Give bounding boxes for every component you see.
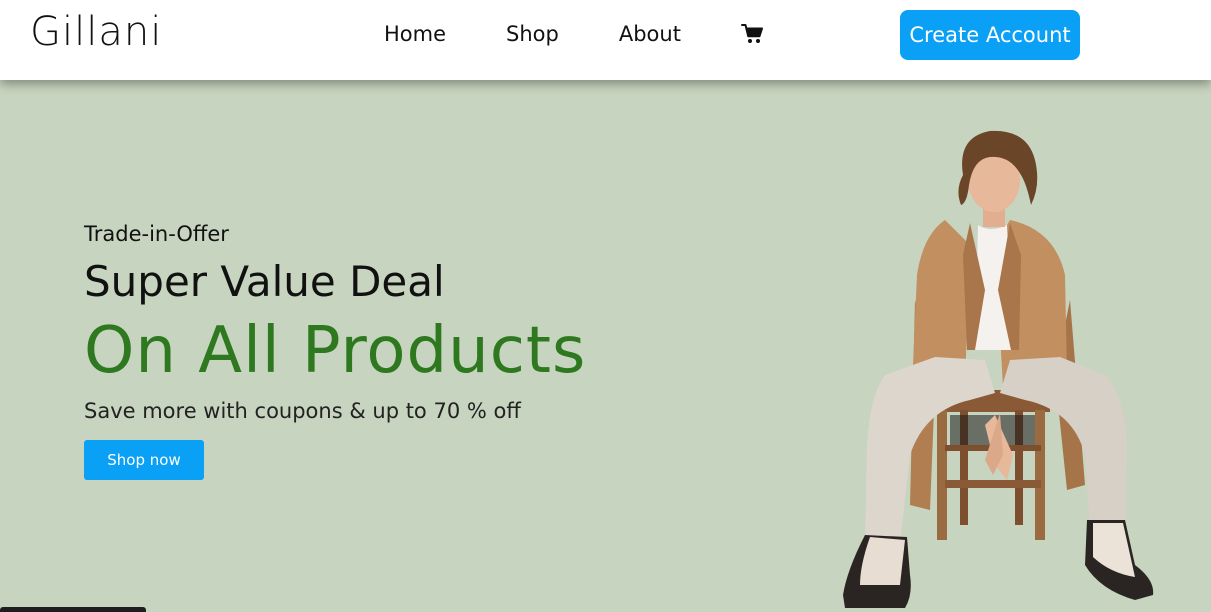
shopping-cart-icon-svg <box>740 24 763 43</box>
nav-link-home[interactable]: Home <box>384 20 446 48</box>
main-nav: Home Shop About <box>384 20 765 48</box>
hero-title: Super Value Deal <box>84 257 445 306</box>
hero-model-image <box>843 130 1154 608</box>
nav-link-about[interactable]: About <box>619 20 681 48</box>
nav-link-shop[interactable]: Shop <box>506 20 559 48</box>
bottom-scroll-indicator <box>0 607 146 612</box>
site-logo[interactable]: Gillani <box>30 8 162 56</box>
shop-now-button[interactable]: Shop now <box>84 440 204 480</box>
hero-text-block: Trade-in-Offer Super Value Deal On All P… <box>84 220 586 480</box>
hero-headline: On All Products <box>84 314 587 388</box>
hero-subtitle: Trade-in-Offer <box>84 222 229 246</box>
hero-section: Trade-in-Offer Super Value Deal On All P… <box>0 80 1211 612</box>
site-header: Gillani Home Shop About Create Account <box>0 0 1211 80</box>
create-account-button[interactable]: Create Account <box>900 10 1080 60</box>
shopping-cart-icon[interactable] <box>740 22 765 46</box>
hero-description: Save more with coupons & up to 70 % off <box>84 399 521 423</box>
